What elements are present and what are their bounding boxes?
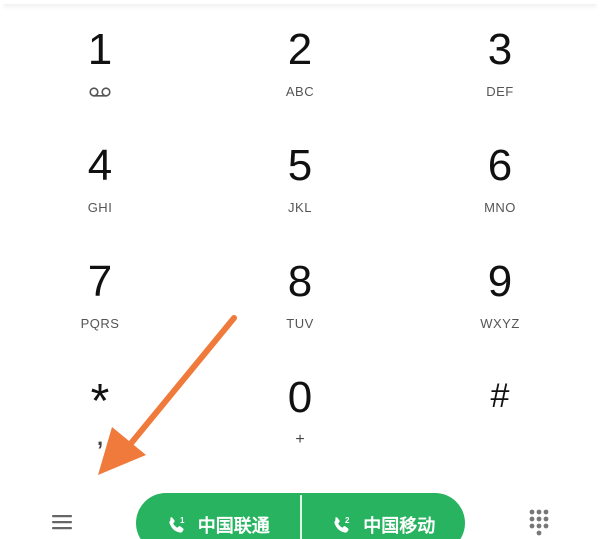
key-letters: MNO <box>484 200 516 215</box>
sim2-carrier-label: 中国移动 <box>363 516 436 536</box>
voicemail-icon <box>89 87 111 97</box>
menu-icon <box>52 515 72 530</box>
key-5[interactable]: 5 JKL <box>220 144 380 248</box>
menu-button[interactable] <box>46 508 78 536</box>
call-sim1-button[interactable]: 1 中国联通 <box>136 493 300 539</box>
key-digit: 8 <box>287 257 313 306</box>
key-letters: PQRS <box>80 316 120 331</box>
key-8[interactable]: 8 TUV <box>220 260 380 364</box>
key-letters: ABC <box>285 84 315 99</box>
key-letters: TUV <box>286 316 314 331</box>
key-2[interactable]: 2 ABC <box>220 28 380 132</box>
key-4[interactable]: 4 GHI <box>20 144 180 248</box>
key-digit: 4 <box>87 141 113 190</box>
key-letters: GHI <box>87 200 113 215</box>
key-letters: , <box>96 425 104 450</box>
key-9[interactable]: 9 WXYZ <box>420 260 580 364</box>
key-digit: 7 <box>87 257 113 306</box>
key-digit: 1 <box>87 25 113 74</box>
key-letters: DEF <box>486 84 514 99</box>
key-letters: WXYZ <box>480 316 520 331</box>
dialpad-toggle-button[interactable] <box>524 506 554 539</box>
key-digit: 3 <box>487 25 513 74</box>
key-digit: 6 <box>487 141 513 190</box>
key-letters: JKL <box>288 200 312 215</box>
dialpad-icon <box>529 509 549 536</box>
call-button-group: 1 中国联通 2 中国移动 <box>136 493 465 539</box>
key-digit: 0 <box>287 373 313 422</box>
sim1-number: 1 <box>180 516 185 525</box>
key-6[interactable]: 6 MNO <box>420 144 580 248</box>
key-3[interactable]: 3 DEF <box>420 28 580 132</box>
key-1[interactable]: 1 <box>20 28 180 132</box>
sim1-carrier-label: 中国联通 <box>197 516 270 536</box>
key-0[interactable]: 0 + <box>220 376 380 480</box>
key-letters: + <box>295 431 305 448</box>
sim2-number: 2 <box>345 516 350 525</box>
key-7[interactable]: 7 PQRS <box>20 260 180 364</box>
dialer-screen: 1 2 ABC 3 DEF 4 GHI 5 JKL 6 MNO 7 PQRS 8… <box>0 0 600 539</box>
key-digit: * <box>90 375 110 428</box>
key-digit: 5 <box>287 141 313 190</box>
key-digit: # <box>490 377 510 415</box>
key-star[interactable]: * , <box>20 376 180 480</box>
key-digit: 2 <box>287 25 313 74</box>
call-sim2-button[interactable]: 2 中国移动 <box>302 493 466 539</box>
key-hash[interactable]: # <box>420 376 580 480</box>
key-digit: 9 <box>487 257 513 306</box>
phone-sim2-icon: 2 <box>334 516 350 533</box>
phone-sim1-icon: 1 <box>169 516 185 533</box>
